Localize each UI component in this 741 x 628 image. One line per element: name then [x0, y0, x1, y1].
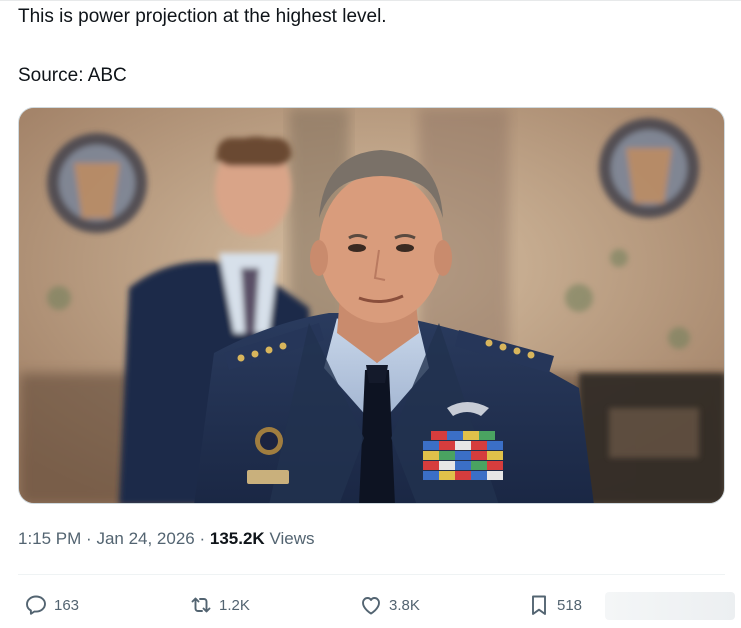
like-count: 3.8K — [389, 596, 420, 614]
tweet-date[interactable]: Jan 24, 2026 — [96, 529, 194, 548]
top-border — [0, 0, 741, 1]
views-count: 135.2K — [209, 529, 265, 548]
meta-separator: · — [199, 529, 210, 548]
tweet-meta: 1:15 PM · Jan 24, 2026 · 135.2K Views — [18, 528, 314, 550]
tweet-text-line: This is power projection at the highest … — [18, 6, 387, 27]
reply-count: 163 — [54, 596, 80, 614]
tweet-photo[interactable] — [18, 107, 725, 504]
repost-count: 1.2K — [219, 596, 250, 614]
meta-separator: · — [86, 529, 97, 548]
bookmark-button[interactable]: 518 — [527, 590, 582, 620]
reply-icon — [24, 593, 48, 617]
photo-illustration — [19, 108, 724, 503]
bookmark-icon — [527, 593, 551, 617]
heart-icon — [359, 593, 383, 617]
tweet-source-line: Source: ABC — [18, 65, 127, 86]
tweet-time[interactable]: 1:15 PM — [18, 529, 81, 548]
share-area[interactable] — [605, 592, 735, 620]
views-label: Views — [269, 529, 315, 548]
reply-button[interactable]: 163 — [24, 590, 79, 620]
bookmark-count: 518 — [557, 596, 583, 614]
repost-icon — [189, 593, 213, 617]
divider — [18, 574, 725, 575]
repost-button[interactable]: 1.2K — [189, 590, 250, 620]
like-button[interactable]: 3.8K — [359, 590, 420, 620]
